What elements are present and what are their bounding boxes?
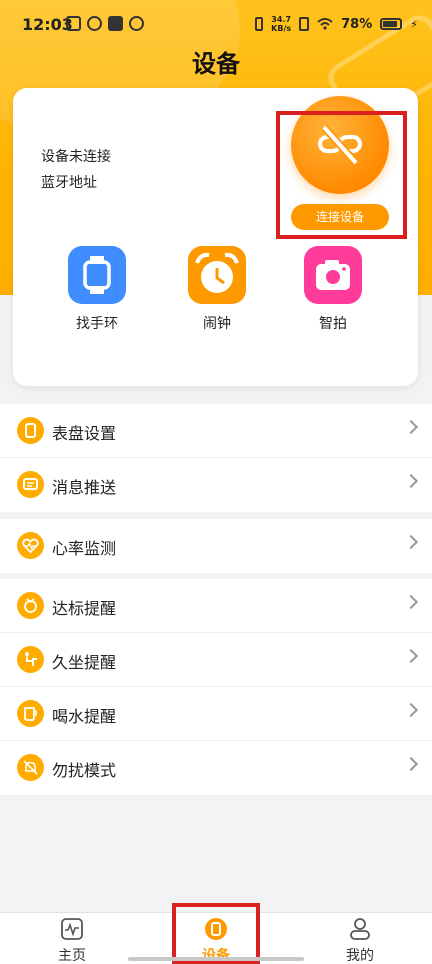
camera-icon xyxy=(316,260,350,290)
notification-icon xyxy=(66,16,81,31)
bluetooth-address-label: 蓝牙地址 xyxy=(41,175,97,191)
connect-circle[interactable] xyxy=(291,96,389,194)
charging-icon: ⚡ xyxy=(410,17,418,31)
chevron-right-icon xyxy=(403,594,419,610)
battery-percent: 78% xyxy=(341,16,373,32)
tab-me[interactable]: 我的 xyxy=(310,917,410,964)
settings-row-heart-rate[interactable]: 心率监测 xyxy=(0,519,432,573)
page-title: 设备 xyxy=(192,50,240,78)
quick-action-find-band[interactable]: 找手环 xyxy=(47,246,147,333)
settings-row-sedentary-reminder[interactable]: 久坐提醒 xyxy=(0,633,432,687)
sim-icon xyxy=(299,17,310,31)
tiktok-icon xyxy=(108,16,123,31)
watch-icon xyxy=(83,256,111,294)
tab-home[interactable]: 主页 xyxy=(22,917,122,964)
quick-action-alarm[interactable]: 闹钟 xyxy=(167,246,267,333)
settings-group-2: 心率监测 xyxy=(0,519,432,573)
cup-icon xyxy=(24,707,37,721)
connect-device-button[interactable]: 连接设备 xyxy=(291,204,389,230)
settings-row-goal-reminder[interactable]: 达标提醒 xyxy=(0,579,432,633)
battery-icon xyxy=(380,18,403,30)
wifi-icon xyxy=(317,18,333,30)
device-card: 设备未连接 蓝牙地址 连接设备 找手环 闹钟 智拍 xyxy=(13,88,418,386)
settings-row-do-not-disturb[interactable]: 勿扰模式 xyxy=(0,741,432,795)
notification-icon xyxy=(87,16,102,31)
settings-row-drink-reminder[interactable]: 喝水提醒 xyxy=(0,687,432,741)
settings-group-3: 达标提醒 久坐提醒 喝水提醒 勿扰模式 xyxy=(0,579,432,795)
chevron-right-icon xyxy=(403,702,419,718)
quick-action-smart-camera[interactable]: 智拍 xyxy=(283,246,383,333)
settings-row-message-push[interactable]: 消息推送 xyxy=(0,458,432,512)
device-icon xyxy=(205,918,227,940)
chevron-right-icon xyxy=(403,648,419,664)
vibrate-icon xyxy=(255,17,264,31)
app-icon xyxy=(129,16,144,31)
activity-icon xyxy=(61,918,83,940)
status-bar: 12:03 34.7 KB/s 78% ⚡ xyxy=(0,0,432,50)
goal-icon xyxy=(24,598,37,613)
settings-group-1: 表盘设置 消息推送 xyxy=(0,404,432,512)
chevron-right-icon xyxy=(403,473,419,489)
unlink-icon xyxy=(318,124,362,166)
home-indicator xyxy=(128,957,304,961)
chevron-right-icon xyxy=(403,419,419,435)
watch-face-icon xyxy=(25,423,36,438)
bell-mute-icon xyxy=(23,760,38,775)
heart-rate-icon xyxy=(22,538,39,554)
network-speed: 34.7 KB/s xyxy=(271,15,292,33)
connection-status: 设备未连接 xyxy=(41,149,111,165)
alarm-clock-icon xyxy=(195,252,239,293)
user-icon xyxy=(350,918,370,940)
chevron-right-icon xyxy=(403,756,419,772)
message-icon xyxy=(23,478,38,490)
settings-row-watch-face[interactable]: 表盘设置 xyxy=(0,404,432,458)
sedentary-icon xyxy=(25,652,37,666)
chevron-right-icon xyxy=(403,534,419,550)
